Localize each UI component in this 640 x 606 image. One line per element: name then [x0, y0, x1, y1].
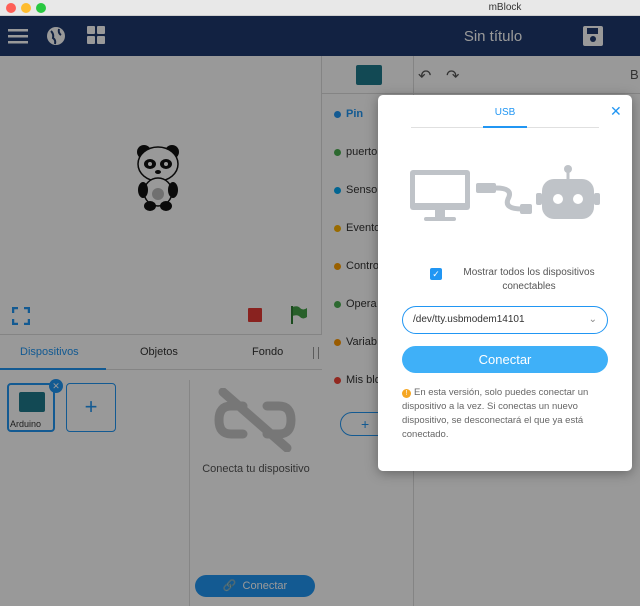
connection-note-text: En esta versión, solo puedes conectar un…: [402, 387, 589, 440]
modal-backdrop-nav: [0, 16, 640, 56]
port-select-value: /dev/tty.usbmodem14101: [413, 314, 525, 325]
connect-device-dialog: USB ✕ ✓ Mostrar todos los dispositivos c…: [378, 95, 632, 471]
window-titlebar: mBlock: [0, 0, 640, 16]
usb-connection-illustration: [408, 165, 604, 227]
port-select[interactable]: /dev/tty.usbmodem14101 ⌄: [402, 306, 608, 334]
close-icon[interactable]: ✕: [610, 103, 622, 120]
connection-note: ! En esta versión, solo puedes conectar u…: [402, 386, 608, 442]
tab-usb[interactable]: USB: [483, 107, 527, 118]
dialog-connect-button[interactable]: Conectar: [402, 346, 608, 373]
active-tab-indicator: [483, 126, 527, 128]
usb-cable-icon: [476, 183, 532, 214]
show-all-checkbox[interactable]: ✓: [430, 268, 442, 280]
window-title: mBlock: [488, 2, 522, 13]
chevron-down-icon: ⌄: [588, 314, 597, 325]
show-all-devices-option[interactable]: ✓ Mostrar todos los dispositivos conecta…: [430, 266, 610, 294]
show-all-label: Mostrar todos los dispositivos conectabl…: [463, 267, 595, 292]
info-icon: !: [402, 389, 411, 398]
robot-icon: [536, 165, 600, 219]
computer-icon: [410, 170, 470, 221]
